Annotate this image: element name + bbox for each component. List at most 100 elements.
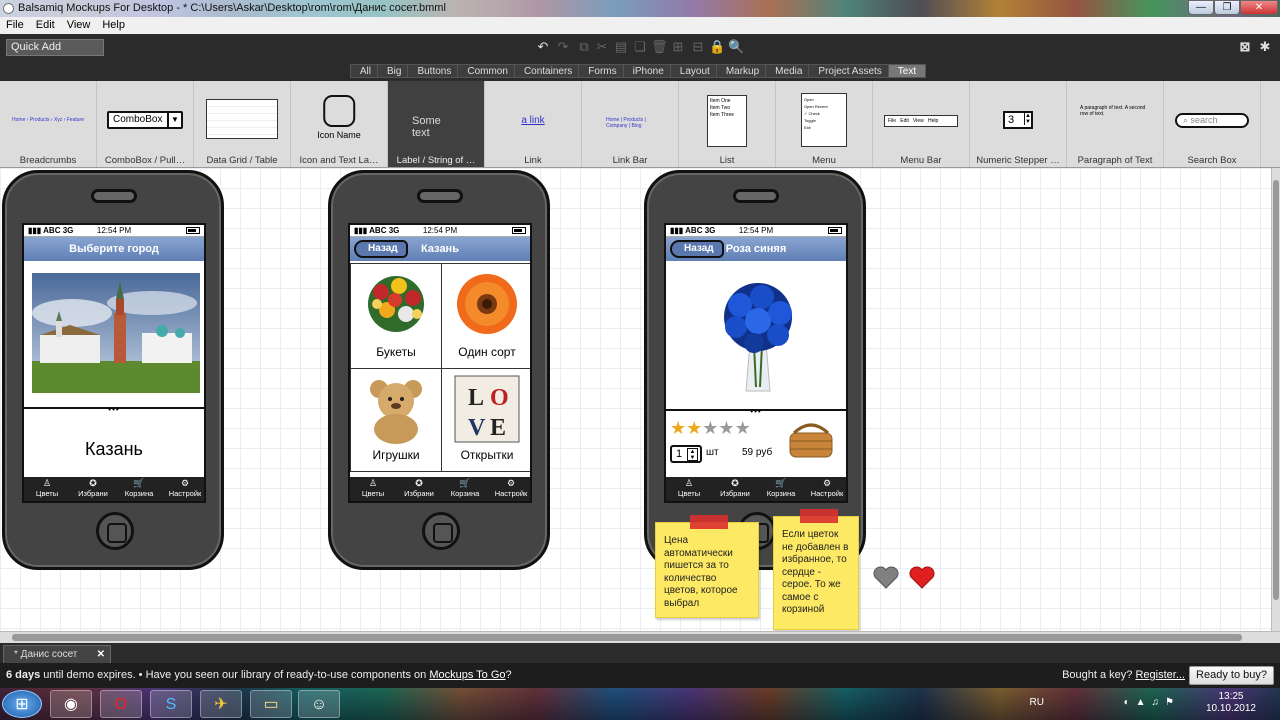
search-icon[interactable]: 🔍 (728, 38, 744, 56)
library-item-8[interactable]: Open Open Recent ✓ Check Toggle Exit Menu (776, 81, 873, 167)
paste-icon[interactable]: ▤ (613, 38, 629, 56)
library-item-9[interactable]: File Edit View Help Menu Bar (873, 81, 970, 167)
star-filled-icon[interactable]: ★ (686, 419, 702, 437)
category-tab-layout[interactable]: Layout (669, 64, 720, 78)
menu-edit[interactable]: Edit (30, 17, 61, 34)
close-button[interactable]: ✕ (1240, 0, 1278, 15)
fullscreen-icon[interactable]: ⊠ (1237, 38, 1253, 56)
minimize-button[interactable]: — (1188, 0, 1214, 15)
heart-red-icon[interactable] (908, 566, 936, 590)
category-tab-media[interactable]: Media (765, 64, 813, 78)
star-empty-icon[interactable]: ★ (735, 419, 751, 437)
menu-view[interactable]: View (61, 17, 97, 34)
library-item-4[interactable]: Some text Label / String of … (388, 81, 485, 167)
status-bar: ▮▮▮ ABC 3G 12:54 PM (350, 225, 530, 237)
rating-stars[interactable]: ★★★★★ (670, 419, 751, 437)
tab-cart[interactable]: 🛒 Корзина (116, 477, 162, 498)
clock[interactable]: 13:25 10.10.2012 (1206, 691, 1256, 715)
library-item-12[interactable]: ⌕ search Search Box (1164, 81, 1261, 167)
tab-flowers[interactable]: ♙ Цветы (350, 477, 396, 498)
tab-favorites[interactable]: ✪ Избрани (396, 477, 442, 498)
basket-icon[interactable] (786, 417, 836, 461)
register-link[interactable]: Register... (1135, 669, 1185, 681)
back-button[interactable]: Назад (354, 240, 408, 258)
tab-settings[interactable]: ⚙ Настройк (804, 477, 846, 498)
restore-button[interactable]: ❐ (1214, 0, 1240, 15)
library-item-6[interactable]: Home | Products | Company | Blog Link Bar (582, 81, 679, 167)
close-tab-icon[interactable]: ✕ (97, 646, 105, 664)
category-bouquets[interactable]: Букеты (350, 263, 442, 369)
lock-icon[interactable]: 🔒 (709, 38, 725, 56)
undo-icon[interactable]: ↶ (535, 38, 551, 56)
library-item-5[interactable]: a link Link (485, 81, 582, 167)
library-item-1[interactable]: ComboBox ▼ ComboBox / Pull… (97, 81, 194, 167)
tab-cart[interactable]: 🛒 Корзина (442, 477, 488, 498)
tab-favorites[interactable]: ✪ Избрани (70, 477, 116, 498)
vertical-scrollbar[interactable] (1271, 168, 1280, 631)
language-indicator[interactable]: RU (1030, 697, 1044, 708)
home-button (422, 512, 460, 550)
heart-gray-icon[interactable] (872, 566, 900, 590)
category-tab-big[interactable]: Big (376, 64, 412, 78)
category-tab-buttons[interactable]: Buttons (407, 64, 462, 78)
category-single-sort[interactable]: Один сорт (441, 263, 530, 369)
library-item-10[interactable]: 3 ▲ ▼ Numeric Stepper … (970, 81, 1067, 167)
horizontal-scrollbar[interactable] (0, 631, 1280, 643)
quick-add-input[interactable]: Quick Add (6, 39, 104, 56)
library-item-0[interactable]: Home › Products › Xyz › Feature Breadcrum… (0, 81, 97, 167)
launcher-icon[interactable]: ✈ (200, 690, 242, 718)
settings-icon[interactable]: ✱ (1257, 38, 1273, 56)
menu-help[interactable]: Help (96, 17, 131, 34)
cut-icon[interactable]: ✂ (594, 38, 610, 56)
library-item-11[interactable]: A paragraph of text. A second row of tex… (1067, 81, 1164, 167)
document-tab[interactable]: * Данис сосет ✕ (3, 645, 111, 663)
library-item-7[interactable]: Item One Item Two Item Three List (679, 81, 776, 167)
stepper-arrows-icon[interactable]: ▲ ▼ (687, 448, 698, 461)
category-toys[interactable]: Игрушки (350, 368, 442, 472)
delete-icon[interactable]: 🗑 (651, 38, 668, 56)
duplicate-icon[interactable]: ❏ (632, 38, 648, 56)
copy-icon[interactable]: ⧉ (576, 38, 592, 56)
ungroup-icon[interactable]: ⊟ (690, 38, 706, 56)
library-item-2[interactable]: Data Grid / Table (194, 81, 291, 167)
tab-flowers[interactable]: ♙ Цветы (666, 477, 712, 498)
phone-mockup-2[interactable]: ▮▮▮ ABC 3G 12:54 PM Назад Казань Букеты (328, 170, 550, 570)
mockup-canvas[interactable]: ▮▮▮ ABC 3G 12:54 PM Выберите город ••• К… (0, 168, 1271, 631)
library-item-3[interactable]: Icon Name Icon and Text La… (291, 81, 388, 167)
balsamiq-icon[interactable]: ☺ (298, 690, 340, 718)
category-tab-iphone[interactable]: iPhone (622, 64, 674, 78)
tab-cart[interactable]: 🛒 Корзина (758, 477, 804, 498)
explorer-icon[interactable]: ▭ (250, 690, 292, 718)
star-filled-icon[interactable]: ★ (670, 419, 686, 437)
category-cards[interactable]: L O V E Открытки (441, 368, 530, 472)
category-tab-text[interactable]: Text (887, 64, 927, 78)
tray-icons[interactable]: ◐▲♫⚑ (1124, 697, 1180, 708)
start-button[interactable]: ⊞ (2, 690, 42, 718)
quantity-stepper[interactable]: 1 ▲ ▼ (670, 445, 702, 463)
star-empty-icon[interactable]: ★ (702, 419, 718, 437)
tab-flowers[interactable]: ♙ Цветы (24, 477, 70, 498)
ready-to-buy-button[interactable]: Ready to buy? (1189, 666, 1274, 685)
category-tab-project-assets[interactable]: Project Assets (808, 64, 892, 78)
category-tab-forms[interactable]: Forms (578, 64, 627, 78)
redo-icon[interactable]: ↷ (555, 38, 571, 56)
back-button[interactable]: Назад (670, 240, 724, 258)
group-icon[interactable]: ⊞ (670, 38, 686, 56)
opera-icon[interactable]: O (100, 690, 142, 718)
scroll-thumb[interactable] (12, 634, 1242, 641)
skype-icon[interactable]: S (150, 690, 192, 718)
sticky-note-price[interactable]: Цена автоматически пишется за то количес… (655, 515, 759, 618)
category-tab-markup[interactable]: Markup (715, 64, 770, 78)
category-tab-containers[interactable]: Containers (513, 64, 583, 78)
category-tab-common[interactable]: Common (457, 64, 518, 78)
tab-favorites[interactable]: ✪ Избрани (712, 477, 758, 498)
tab-settings[interactable]: ⚙ Настройк (488, 477, 530, 498)
star-empty-icon[interactable]: ★ (718, 419, 734, 437)
scroll-thumb[interactable] (1273, 180, 1279, 600)
chrome-icon[interactable]: ◉ (50, 690, 92, 718)
mockups-to-go-link[interactable]: Mockups To Go (429, 669, 505, 681)
menu-file[interactable]: File (0, 17, 30, 34)
tab-settings[interactable]: ⚙ Настройк (162, 477, 204, 498)
phone-mockup-1[interactable]: ▮▮▮ ABC 3G 12:54 PM Выберите город ••• К… (2, 170, 224, 570)
sticky-note-favorites[interactable]: Если цветок не добавлен в избранное, то … (773, 509, 859, 630)
